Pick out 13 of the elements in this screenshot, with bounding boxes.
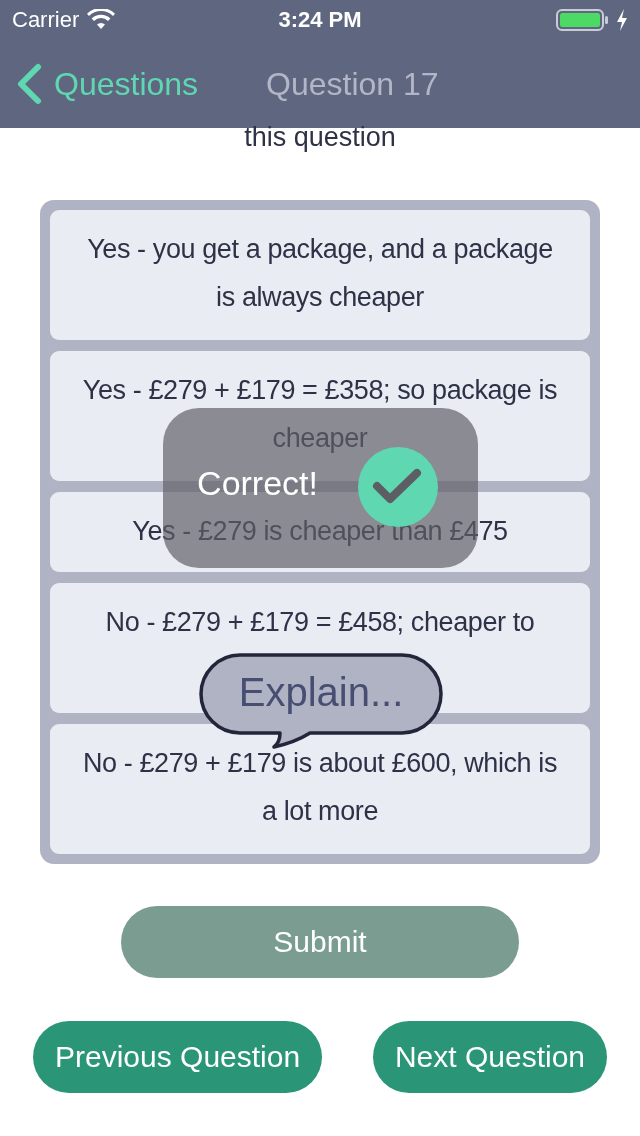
clock-time: 3:24 PM (278, 7, 362, 32)
explain-tooltip[interactable]: Explain... (198, 652, 444, 750)
carrier-label: Carrier (12, 7, 80, 33)
back-chevron-icon (16, 63, 42, 105)
question-text: this question (244, 122, 396, 152)
screen-title: Question 17 (266, 65, 439, 103)
previous-question-button[interactable]: Previous Question (33, 1021, 323, 1093)
battery-icon (556, 8, 610, 32)
answer-option[interactable]: No - £279 + £179 is about £600, which is a lot more (50, 724, 590, 854)
back-link[interactable]: Questions (16, 63, 199, 105)
wifi-icon (87, 9, 116, 31)
answer-option[interactable]: Yes - you get a package, and a package is always cheaper (50, 210, 590, 340)
next-question-button[interactable]: Next Question (372, 1021, 607, 1093)
